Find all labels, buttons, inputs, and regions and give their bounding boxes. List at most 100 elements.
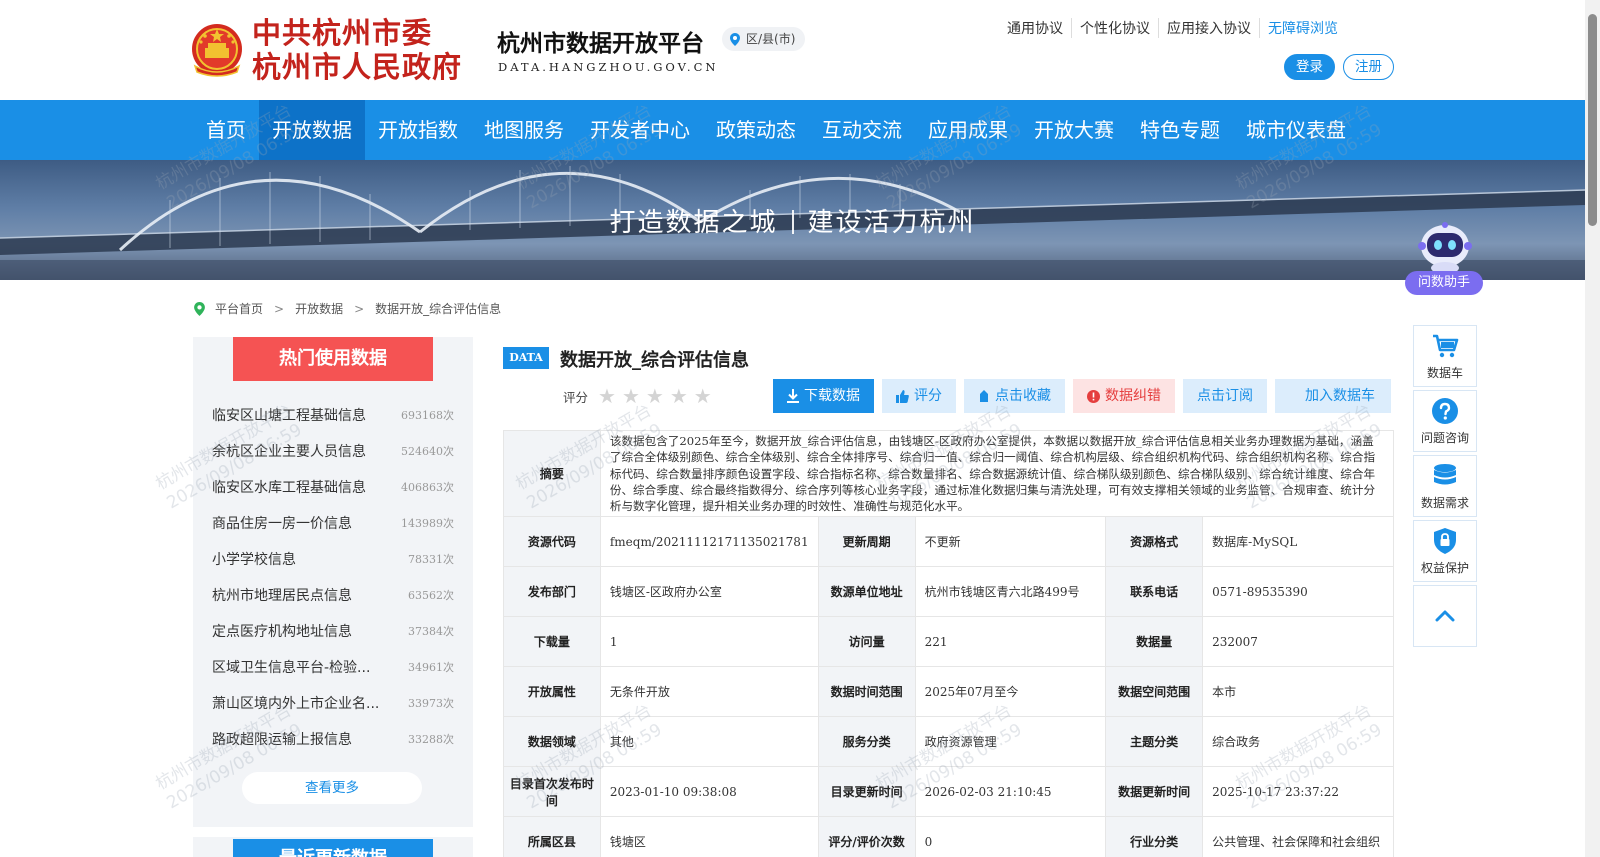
star-icon[interactable]: ★ [622,386,640,406]
list-item[interactable]: 萧山区境内外上市企业名... 33973次 [212,685,454,721]
list-item[interactable]: 临安区水库工程基础信息 406863次 [212,469,454,505]
report-error-button[interactable]: 数据纠错 [1073,379,1175,413]
cart-icon [1433,334,1459,357]
field-value: 0 [914,816,1107,857]
database-icon [1434,463,1456,484]
nav-item-special-topics[interactable]: 特色专题 [1127,100,1233,160]
list-item[interactable]: 商品住房一房一价信息 143989次 [212,505,454,541]
star-icon[interactable]: ★ [646,386,664,406]
tool-label: 权益保护 [1420,560,1469,575]
rating-stars: ★ ★ ★ ★ ★ [598,386,712,406]
link-accessibility[interactable]: 无障碍浏览 [1259,18,1346,38]
hot-item-name: 临安区山塘工程基础信息 [212,408,366,424]
link-app-access-agreement[interactable]: 应用接入协议 [1158,18,1259,38]
list-item[interactable]: 定点医疗机构地址信息 37384次 [212,613,454,649]
back-to-top-button[interactable] [1413,585,1477,647]
list-item[interactable]: 小学学校信息 78331次 [212,541,454,577]
link-general-agreement[interactable]: 通用协议 [999,18,1071,38]
link-personal-agreement[interactable]: 个性化协议 [1071,18,1158,38]
recent-data-title: 最近更新数据 [233,839,433,857]
hot-item-name: 余杭区企业主要人员信息 [212,444,366,460]
tool-data-cart[interactable]: 数据车 [1413,325,1477,387]
nav-item-app-results[interactable]: 应用成果 [915,100,1021,160]
nav-item-developer-center[interactable]: 开发者中心 [577,100,703,160]
hot-item-count: 78331次 [408,553,454,566]
breadcrumb-open-data[interactable]: 开放数据 [295,300,343,317]
slogan-separator [791,210,794,234]
nav-item-city-dashboard[interactable]: 城市仪表盘 [1233,100,1359,160]
download-data-label: 下载数据 [804,388,860,404]
field-value: 2026-02-03 21:10:45 [914,766,1107,818]
field-key: 下载量 [503,616,601,668]
platform-title[interactable]: 杭州市数据开放平台 [497,24,704,58]
nav-item-map-service[interactable]: 地图服务 [471,100,577,160]
register-button[interactable]: 注册 [1343,54,1394,80]
tool-label: 数据需求 [1420,495,1469,510]
field-key: 目录首次发布时间 [503,766,601,818]
list-item[interactable]: 区域卫生信息平台-检验... 34961次 [212,649,454,685]
nav-item-competition[interactable]: 开放大赛 [1021,100,1127,160]
robot-icon [1418,222,1472,274]
national-emblem-logo [192,24,242,77]
tool-consult[interactable]: 问题咨询 [1413,390,1477,452]
table-row: 摘要 该数据包含了2025年至今，数据开放_综合评估信息，由钱塘区-区政府办公室… [503,429,1395,518]
auth-buttons: 登录 注册 [1284,54,1394,80]
add-to-cart-button[interactable]: 加入数据车 [1275,379,1391,413]
favorite-button[interactable]: 点击收藏 [964,379,1065,413]
tool-data-request[interactable]: 数据需求 [1413,455,1477,517]
list-item[interactable]: 杭州市地理居民点信息 63562次 [212,577,454,613]
field-value: 不更新 [914,516,1107,568]
star-icon[interactable]: ★ [670,386,688,406]
field-value: 2025-10-17 23:37:22 [1202,766,1394,818]
main-nav: 首页 开放数据 开放指数 地图服务 开发者中心 政策动态 互动交流 应用成果 开… [0,100,1585,160]
data-badge: DATA [503,347,549,369]
field-value: 其他 [599,716,819,768]
thumbs-up-icon [896,389,909,403]
download-data-button[interactable]: 下载数据 [773,379,874,413]
alert-icon [1087,389,1100,403]
dataset-title: 数据开放_综合评估信息 [560,350,749,371]
field-value: 2023-01-10 09:38:08 [599,766,819,818]
field-key: 访问量 [817,616,916,668]
rating-label: 评分 [563,389,589,405]
list-item[interactable]: 余杭区企业主要人员信息 524640次 [212,433,454,469]
hot-item-count: 406863次 [401,481,454,494]
gov-name-line1: 中共杭州市委 [252,16,433,50]
hot-item-name: 小学学校信息 [212,552,296,568]
region-selector[interactable]: 区/县(市) [722,27,806,51]
field-key: 行业分类 [1105,816,1204,857]
field-value: 1 [599,616,819,668]
field-key: 更新周期 [817,516,916,568]
login-button[interactable]: 登录 [1284,54,1335,80]
hot-item-name: 路政超限运输上报信息 [212,732,352,748]
nav-item-home[interactable]: 首页 [193,100,259,160]
hot-item-count: 34961次 [408,661,454,674]
nav-item-open-index[interactable]: 开放指数 [365,100,471,160]
vertical-scrollbar[interactable] [1585,0,1600,857]
rate-button[interactable]: 评分 [882,379,956,413]
rating: 评分 ★ ★ ★ ★ ★ [563,386,712,406]
field-key: 主题分类 [1105,716,1204,768]
breadcrumb-home[interactable]: 平台首页 [215,300,263,317]
list-item[interactable]: 临安区山塘工程基础信息 693168次 [212,397,454,433]
scrollbar-thumb[interactable] [1588,14,1597,226]
ai-assistant-widget[interactable]: 问数助手 [1405,222,1487,298]
star-icon[interactable]: ★ [694,386,712,406]
field-key: 数据量 [1105,616,1204,668]
view-more-button[interactable]: 查看更多 [242,772,422,804]
nav-item-interaction[interactable]: 互动交流 [809,100,915,160]
field-value: 221 [914,616,1107,668]
banner-slogan: 打造数据之城 建设活力杭州 [0,202,1585,239]
subscribe-button[interactable]: 点击订阅 [1183,379,1267,413]
field-value: 公共管理、社会保障和社会组织 [1202,816,1394,857]
list-item[interactable]: 路政超限运输上报信息 33288次 [212,721,454,757]
tool-rights-protection[interactable]: 权益保护 [1413,520,1477,582]
hot-data-title: 热门使用数据 [233,337,433,381]
field-value: fmeqm/20211112171135021781 [599,516,819,568]
nav-item-open-data[interactable]: 开放数据 [259,100,365,160]
recent-data-panel: 最近更新数据 [193,837,473,857]
nav-item-policy[interactable]: 政策动态 [703,100,809,160]
hot-item-count: 37384次 [408,625,454,638]
platform-domain: DATA.HANGZHOU.GOV.CN [498,60,719,74]
star-icon[interactable]: ★ [598,386,616,406]
